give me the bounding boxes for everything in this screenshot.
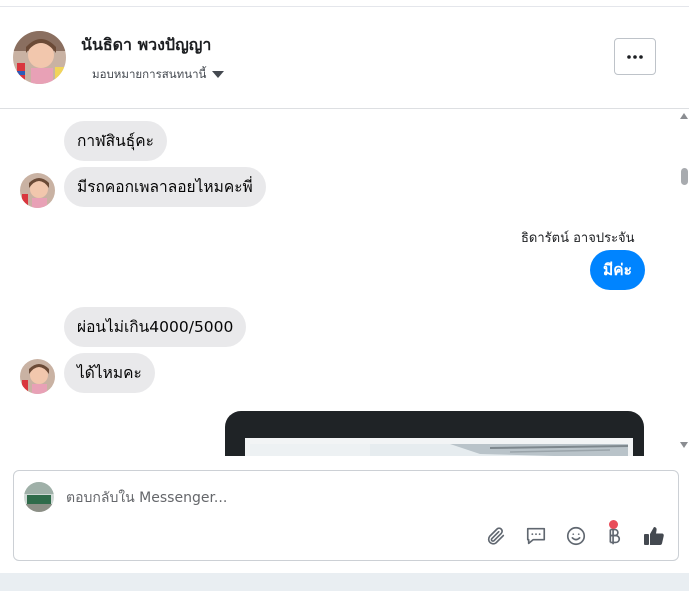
- reply-composer: [13, 470, 679, 561]
- incoming-message: มีรถคอกเพลาลอยไหมคะพี่: [64, 167, 266, 207]
- attached-photo: [250, 444, 628, 456]
- message-template-icon: [526, 527, 546, 545]
- assign-conversation-dropdown[interactable]: มอบหมายการสนทนานี้: [92, 66, 225, 84]
- attach-file-button[interactable]: [484, 524, 508, 548]
- incoming-message: ได้ไหมคะ: [64, 353, 155, 393]
- emoji-icon: [566, 526, 586, 546]
- conversation-header: นันธิดา พวงปัญญา มอบหมายการสนทนานี้: [0, 7, 689, 109]
- send-like-button[interactable]: [642, 524, 666, 548]
- emoji-button[interactable]: [564, 524, 588, 548]
- assign-conversation-label: มอบหมายการสนทนานี้: [92, 67, 207, 81]
- scroll-down-arrow-icon[interactable]: [680, 442, 688, 448]
- outgoing-message: มีค่ะ: [590, 250, 645, 290]
- message-thread[interactable]: กาฬสินธุ์คะ มีรถคอกเพลาลอยไหมคะพี่ ธิดาร…: [0, 109, 678, 456]
- incoming-message: กาฬสินธุ์คะ: [64, 121, 167, 161]
- incoming-message: ผ่อนไม่เกิน4000/5000: [64, 307, 247, 347]
- more-options-button[interactable]: [614, 38, 656, 75]
- scroll-up-arrow-icon[interactable]: [680, 113, 688, 119]
- notification-dot: [609, 520, 618, 529]
- reply-input[interactable]: [66, 487, 626, 509]
- thread-scrollbar[interactable]: [678, 109, 689, 456]
- saved-replies-button[interactable]: [524, 524, 548, 548]
- paperclip-icon: [487, 527, 505, 545]
- outgoing-image-message[interactable]: [225, 411, 644, 456]
- scroll-thumb[interactable]: [681, 168, 688, 185]
- contact-avatar-small: [20, 359, 55, 394]
- thumbs-up-icon: [644, 527, 664, 545]
- contact-avatar-small: [20, 173, 55, 208]
- footer-background: [0, 573, 689, 591]
- contact-name: นันธิดา พวงปัญญา: [81, 35, 212, 54]
- page-avatar: [24, 482, 54, 512]
- caret-down-icon: [212, 71, 225, 78]
- sender-name: ธิดารัตน์ อาจประจัน: [521, 231, 635, 246]
- contact-avatar[interactable]: [13, 31, 66, 84]
- more-horizontal-icon: [627, 54, 643, 59]
